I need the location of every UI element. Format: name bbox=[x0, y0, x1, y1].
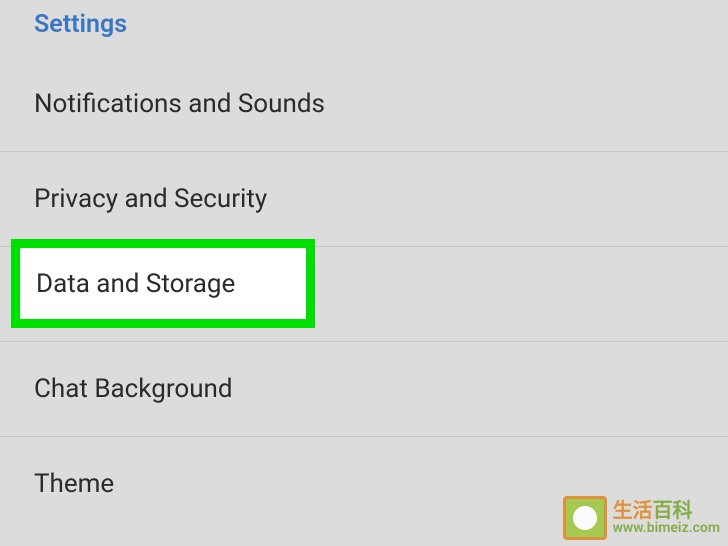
settings-item-label: Theme bbox=[34, 469, 114, 499]
settings-item-notifications[interactable]: Notifications and Sounds bbox=[0, 57, 728, 151]
settings-item-label: Chat Background bbox=[34, 374, 233, 404]
watermark-cn-text: 生活百科 bbox=[613, 499, 720, 521]
settings-item-label: Notifications and Sounds bbox=[34, 89, 325, 119]
settings-title: Settings bbox=[34, 10, 694, 39]
watermark-text: 生活百科 www.bimeiz.com bbox=[613, 499, 720, 536]
watermark-url: www.bimeiz.com bbox=[613, 521, 720, 536]
settings-header: Settings bbox=[0, 0, 728, 57]
watermark-cn-part1: 生活 bbox=[613, 498, 653, 522]
watermark-logo-icon bbox=[563, 496, 607, 540]
settings-item-chat-background[interactable]: Chat Background bbox=[0, 341, 728, 436]
settings-item-label: Privacy and Security bbox=[34, 184, 267, 214]
highlight-data-storage: Data and Storage bbox=[11, 239, 315, 328]
watermark: 生活百科 www.bimeiz.com bbox=[563, 496, 720, 540]
watermark-cn-part2: 百科 bbox=[653, 498, 693, 522]
settings-item-privacy[interactable]: Privacy and Security bbox=[0, 151, 728, 246]
highlight-label: Data and Storage bbox=[36, 269, 235, 299]
